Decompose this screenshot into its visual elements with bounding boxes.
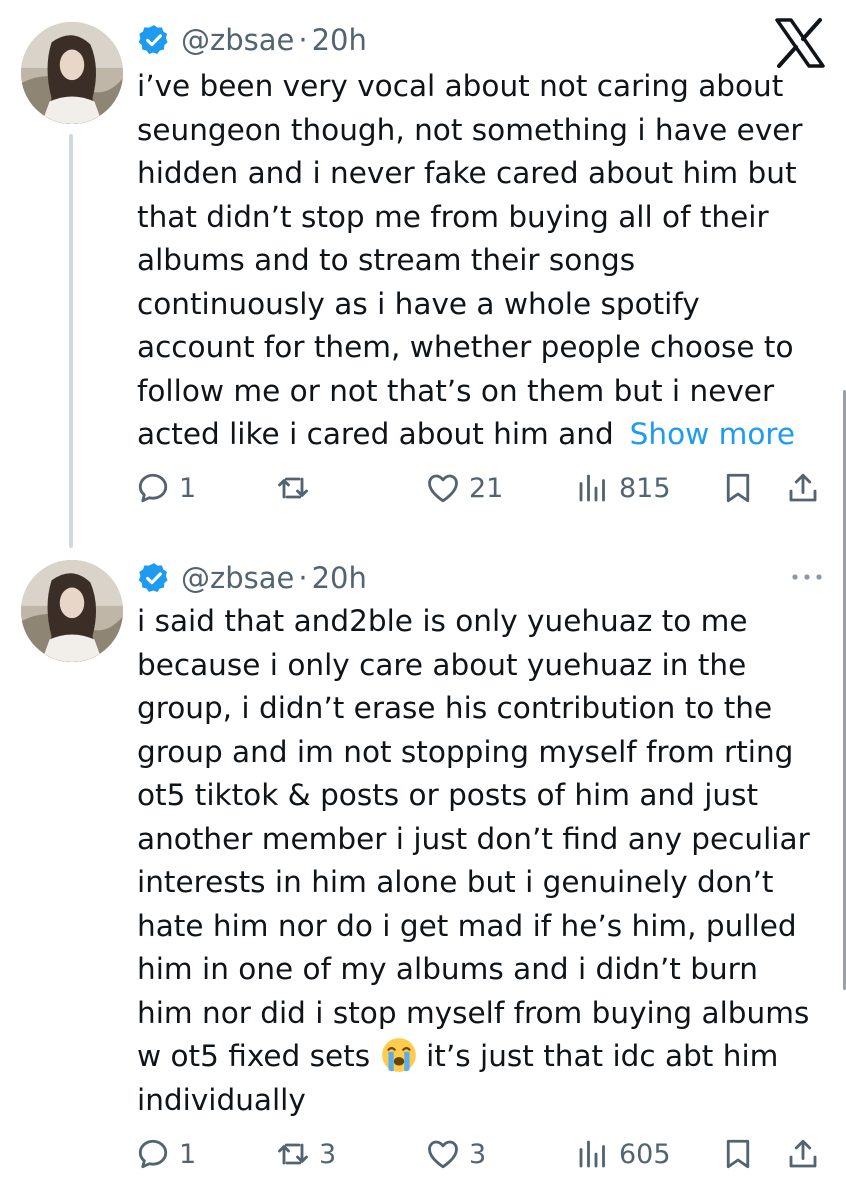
tweet-text-fragment: acted like i cared about him and [137,417,614,451]
like-count: 21 [469,472,504,504]
tweet-text-fragment: it’s just that idc abt him [426,1039,779,1073]
separator-dot: · [298,23,308,57]
views-chart-icon [579,474,605,502]
retweet-icon [278,1143,308,1165]
retweet-icon [278,477,308,499]
heart-icon [428,1140,458,1169]
share-button[interactable] [785,468,821,508]
user-handle[interactable]: @zbsae [181,23,294,57]
tweet-text: i’ve been very vocal about not caring ab… [137,65,827,457]
tweet-text-line: hate him nor do i get mad if he’s him, p… [137,908,797,943]
share-icon [789,1139,817,1168]
tweet-text-line: another member i just don’t find any pec… [137,821,810,856]
tweet-text: i said that and2ble is only yuehuaz to m… [137,600,827,1122]
tweet-text-line: group and im not stopping myself from rt… [137,734,794,769]
tweet-text-line: seungeon though, not something i have ev… [137,112,803,147]
retweet-button[interactable] [275,468,319,508]
tweet-text-line: group, i didn’t erase his contribution t… [137,691,773,725]
tweet-text-line: i said that and2ble is only yuehuaz to m… [137,604,748,638]
tweet-text-line-emoji: w ot5 fixed sets it’s just that idc abt … [137,1035,827,1079]
retweet-button[interactable]: 3 [275,1134,336,1174]
verified-badge-icon [138,563,168,593]
reply-icon [138,1139,168,1169]
verified-badge-icon [138,25,168,55]
reply-count: 1 [179,472,197,504]
user-handle[interactable]: @zbsae [181,561,294,595]
bookmark-button[interactable] [720,468,756,508]
bookmark-button[interactable] [720,1134,756,1174]
share-button[interactable] [785,1134,821,1174]
tweet-text-line: individually [137,1082,306,1117]
retweet-count: 3 [319,1138,337,1170]
tweet-text-line: interests in him alone but i genuinely d… [137,865,774,899]
like-count: 3 [469,1138,487,1170]
heart-icon [428,474,458,503]
avatar[interactable] [21,22,123,124]
tweet-header: @zbsae · 20h [137,558,367,598]
views-chart-icon [579,1140,605,1168]
tweet-text-line: that didn’t stop me from buying all of t… [137,199,769,234]
more-options-icon[interactable] [790,572,824,582]
tweet[interactable]: @zbsae · 20h i’ve been very vocal about … [0,0,846,550]
tweet-text-line: ot5 tiktok & posts or posts of him and j… [137,778,759,812]
tweet-header: @zbsae · 20h [137,20,367,60]
tweet-text-line: follow me or not that’s on them but i ne… [137,373,775,408]
tweet-text-line: him nor did i stop myself from buying al… [137,995,810,1030]
views-button[interactable]: 815 [575,468,671,508]
reply-button[interactable]: 1 [135,468,196,508]
thread-line [69,134,73,548]
tweet-text-line: i’ve been very vocal about not caring ab… [137,69,784,103]
tweet-text-line: albums and to stream their songs [137,243,636,277]
avatar[interactable] [21,560,123,662]
reply-icon [138,473,168,503]
action-bar: 1 21 815 [135,468,830,508]
reply-button[interactable]: 1 [135,1134,196,1174]
like-button[interactable]: 3 [425,1134,486,1174]
tweet-text-line: him in one of my albums and i didn’t bur… [137,952,758,986]
bookmark-icon [726,1139,750,1169]
timestamp[interactable]: 20h [312,561,367,595]
separator-dot: · [298,561,308,595]
bookmark-icon [726,473,750,503]
timestamp[interactable]: 20h [312,23,367,57]
share-icon [789,473,817,502]
like-button[interactable]: 21 [425,468,503,508]
loudly-crying-face-emoji-icon [382,1038,416,1072]
views-button[interactable]: 605 [575,1134,671,1174]
tweet-text-line-last: acted like i cared about him and Show mor… [137,413,827,457]
show-more-link[interactable]: Show more [630,417,795,451]
tweet-text-line: continuously as i have a whole spotify [137,286,700,321]
tweet-text-line: hidden and i never fake cared about him … [137,156,797,190]
action-bar: 1 3 3 605 [135,1134,830,1174]
reply-count: 1 [179,1138,197,1170]
views-count: 815 [619,472,671,504]
tweet-text-fragment: w ot5 fixed sets [137,1039,371,1073]
tweet-text-line: account for them, whether people choose … [137,330,794,364]
tweet-text-line: because i only care about yuehuaz in the [137,647,747,682]
views-count: 605 [619,1138,671,1170]
